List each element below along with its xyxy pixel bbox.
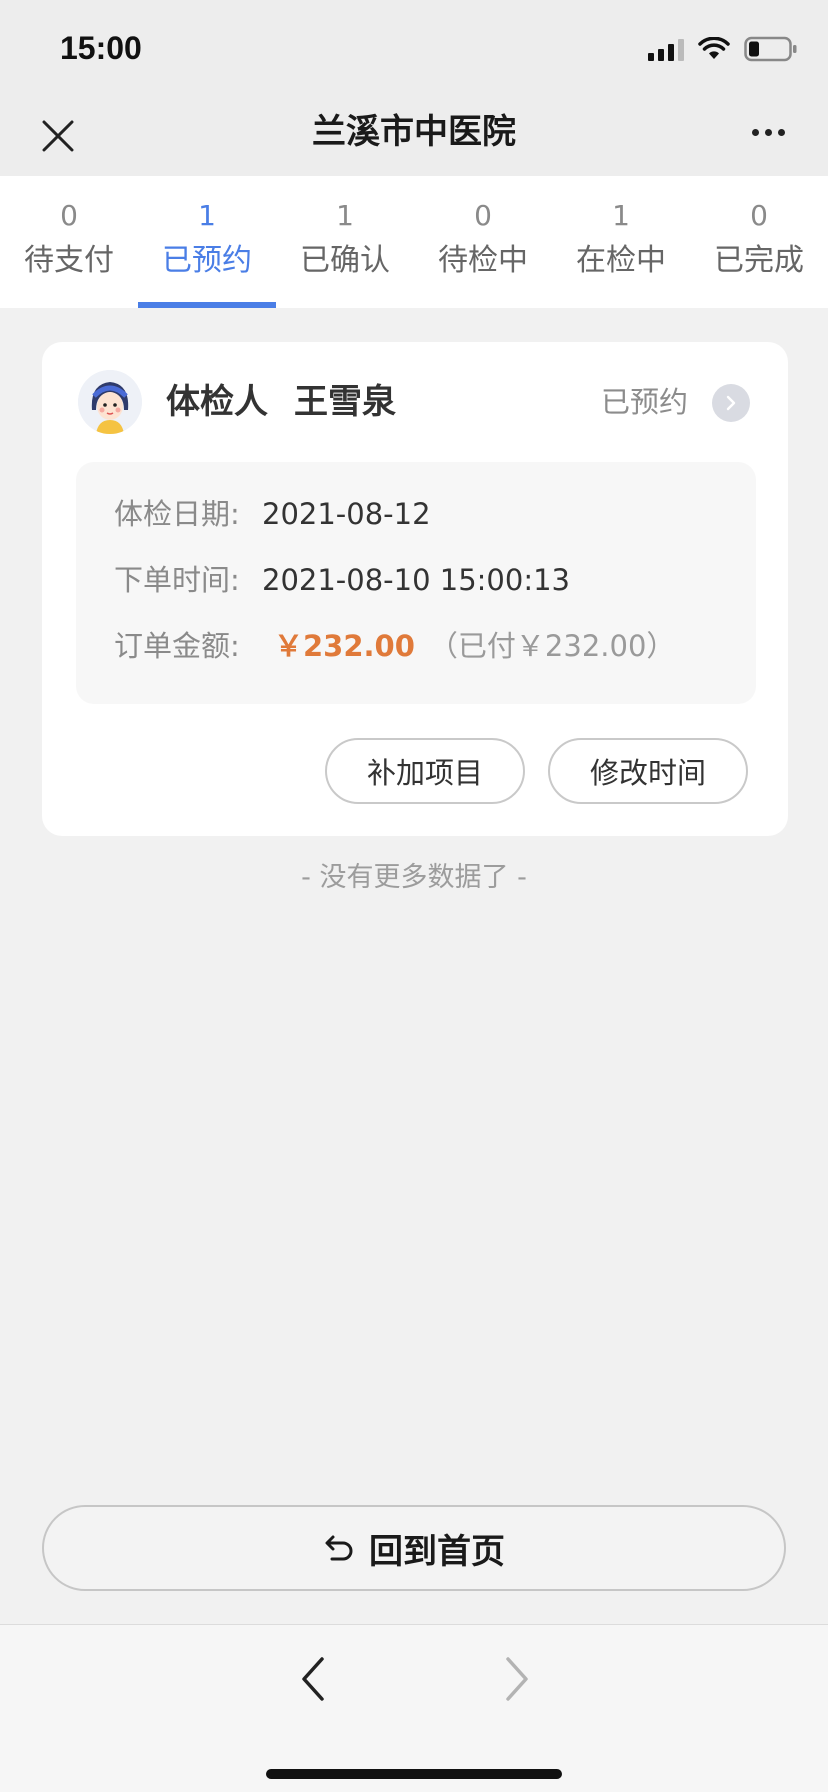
back-to-home-label: 回到首页	[369, 1531, 505, 1572]
exam-date-label: 体检日期:	[114, 497, 240, 531]
tab-count: 1	[612, 199, 630, 232]
exam-date-row: 体检日期: 2021-08-12	[114, 494, 431, 534]
tab-label: 待检中	[438, 243, 528, 278]
examinee-label: 体检人	[166, 382, 268, 422]
examinee-name: 王雪泉	[294, 382, 396, 422]
order-details: 体检日期: 2021-08-12 下单时间: 2021-08-10 15:00:…	[76, 462, 756, 704]
order-status: 已预约	[600, 385, 688, 419]
change-time-button[interactable]: 修改时间	[548, 738, 748, 804]
back-arrow-icon[interactable]	[296, 1653, 332, 1705]
forward-arrow-icon[interactable]	[498, 1653, 534, 1705]
tab-confirmed[interactable]: 1 已确认	[276, 176, 414, 308]
nav-bar: 兰溪市中医院	[0, 100, 828, 176]
tab-label: 已完成	[714, 243, 804, 278]
order-time: 2021-08-10 15:00:13	[262, 563, 570, 597]
status-time: 15:00	[60, 30, 142, 66]
order-time-row: 下单时间: 2021-08-10 15:00:13	[114, 560, 570, 600]
more-icon[interactable]	[744, 112, 792, 152]
tab-completed[interactable]: 0 已完成	[690, 176, 828, 308]
tab-awaiting-exam[interactable]: 0 待检中	[414, 176, 552, 308]
paid-amount: （已付￥232.00）	[428, 629, 676, 663]
return-icon	[325, 1535, 353, 1561]
signal-icon	[648, 37, 684, 61]
page-title: 兰溪市中医院	[312, 112, 516, 152]
tab-booked[interactable]: 1 已预约	[138, 176, 276, 308]
order-card[interactable]: 体检人 王雪泉 已预约 体检日期: 2021-08-12 下单时间: 2021-…	[42, 342, 788, 836]
battery-icon	[744, 36, 797, 62]
no-more-data-text: - 没有更多数据了 -	[301, 862, 527, 893]
tab-count: 1	[198, 199, 216, 232]
amount-row: 订单金额: ￥232.00 （已付￥232.00）	[114, 626, 675, 666]
add-items-button[interactable]: 补加项目	[325, 738, 525, 804]
order-time-label: 下单时间:	[114, 563, 240, 597]
tab-label: 已预约	[162, 243, 252, 278]
tab-label: 待支付	[24, 243, 114, 278]
tab-count: 0	[750, 199, 768, 232]
tab-count: 0	[60, 199, 78, 232]
tab-in-exam[interactable]: 1 在检中	[552, 176, 690, 308]
tab-label: 在检中	[576, 243, 666, 278]
chevron-right-icon[interactable]	[712, 384, 750, 422]
exam-date: 2021-08-12	[262, 497, 431, 531]
avatar	[78, 370, 142, 434]
amount-label: 订单金额:	[114, 629, 240, 663]
tab-pending-payment[interactable]: 0 待支付	[0, 176, 138, 308]
tab-count: 1	[336, 199, 354, 232]
browser-toolbar	[0, 1624, 828, 1792]
status-icons	[648, 36, 798, 62]
tab-count: 0	[474, 199, 492, 232]
order-amount: ￥232.00	[274, 629, 415, 663]
status-tabs: 0 待支付 1 已预约 1 已确认 0 待检中 1 在检中 0 已完成	[0, 176, 828, 308]
home-indicator	[266, 1769, 562, 1779]
status-bar: 15:00	[0, 0, 828, 100]
wifi-icon	[698, 37, 730, 59]
tab-label: 已确认	[300, 243, 390, 278]
examinee: 体检人 王雪泉	[166, 378, 396, 426]
back-to-home-button[interactable]: 回到首页	[42, 1505, 786, 1591]
